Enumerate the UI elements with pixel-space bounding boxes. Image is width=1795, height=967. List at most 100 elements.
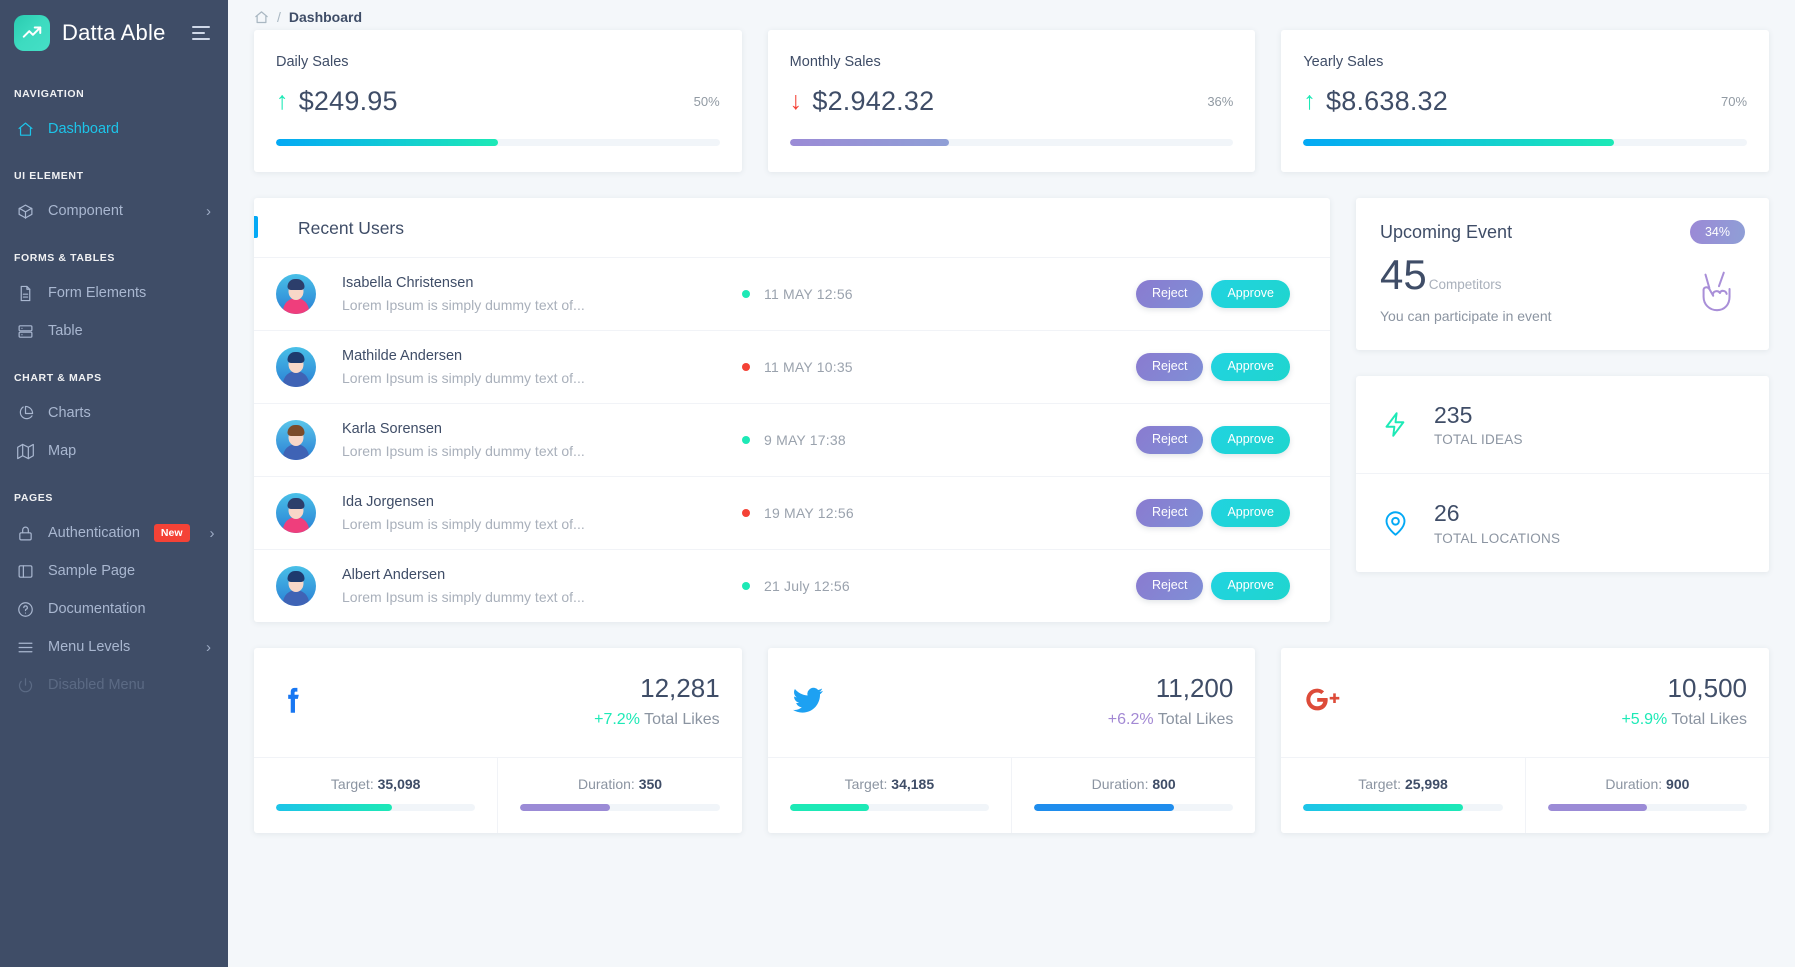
sidebar-item-label: Disabled Menu: [48, 677, 216, 693]
facebook-icon: [276, 683, 310, 720]
mini-stats-list: 235 TOTAL IDEAS 26TOTAL LOCATIONS: [1356, 376, 1769, 572]
main-content: / Dashboard Daily Sales↑$249.9550%Monthl…: [228, 0, 1795, 967]
target-metric: Target: 35,098: [254, 758, 497, 833]
user-name: Isabella Christensen: [342, 275, 742, 291]
progress-bar: [1303, 139, 1747, 146]
progress-bar: [276, 139, 720, 146]
sidebar-item-dashboard[interactable]: Dashboard: [0, 110, 228, 148]
sidebar-item-charts[interactable]: Charts: [0, 394, 228, 432]
duration-value: 800: [1152, 776, 1175, 792]
duration-label: Duration:: [578, 776, 635, 792]
upcoming-event-title: Upcoming Event: [1380, 222, 1512, 243]
stat-title: Monthly Sales: [790, 54, 1234, 70]
sidebar-item-form-elements[interactable]: Form Elements: [0, 274, 228, 312]
approve-button[interactable]: Approve: [1211, 280, 1290, 308]
recent-users-column: Recent Users Isabella Christensen Lorem I…: [254, 198, 1330, 648]
dashboard-grid: Daily Sales↑$249.9550% Monthly Sales ↓$2.9…: [228, 30, 1795, 859]
new-badge: New: [154, 524, 190, 542]
sidebar-item-menu-levels[interactable]: Menu Levels›: [0, 628, 228, 666]
sidebar-item-component[interactable]: Component›: [0, 192, 228, 230]
mini-stat-total-locations: 26TOTAL LOCATIONS: [1356, 473, 1769, 571]
mini-stat-value: 235: [1434, 402, 1523, 428]
social-count: 11,200: [1108, 674, 1234, 703]
nav-caption-pages: PAGES: [0, 470, 228, 514]
timestamp: 11 MAY 12:56: [764, 286, 853, 302]
sales-stat-row: Daily Sales↑$249.9550% Monthly Sales ↓$2.9…: [254, 30, 1769, 198]
middle-row: Recent Users Isabella Christensen Lorem I…: [254, 198, 1769, 648]
lock-icon: [16, 524, 34, 542]
map-pin-icon: [1380, 510, 1410, 537]
social-subtitle: +6.2% Total Likes: [1108, 711, 1234, 729]
user-name: Mathilde Andersen: [342, 348, 742, 364]
nav-caption-forms-tables: FORMS & TABLES: [0, 230, 228, 274]
social-count: 10,500: [1621, 674, 1747, 703]
pie-chart-icon: [16, 404, 34, 422]
table-row: Mathilde Andersen Lorem Ipsum is simply d…: [254, 330, 1330, 403]
stat-card-yearly-sales: Yearly Sales↑$8.638.3270%: [1281, 30, 1769, 172]
upcoming-event-card: Upcoming Event 34% 45 Competitors You ca…: [1356, 198, 1769, 350]
user-description: Lorem Ipsum is simply dummy text of...: [342, 297, 742, 313]
stat-amount: $8.638.32: [1326, 86, 1448, 117]
sidebar-item-label: Documentation: [48, 601, 216, 617]
stat-amount: $2.942.32: [812, 86, 934, 117]
user-name: Ida Jorgensen: [342, 494, 742, 510]
duration-label: Duration:: [1605, 776, 1662, 792]
status-dot: [742, 582, 750, 590]
mini-stat-total-ideas: 235 TOTAL IDEAS: [1356, 376, 1769, 473]
avatar: [276, 420, 316, 460]
approve-button[interactable]: Approve: [1211, 499, 1290, 527]
competitors-count: 45 Competitors: [1380, 254, 1745, 296]
approve-button[interactable]: Approve: [1211, 426, 1290, 454]
stat-amount-group: ↓$2.942.32: [790, 86, 935, 117]
status-dot: [742, 290, 750, 298]
sidebar-item-documentation[interactable]: Documentation: [0, 590, 228, 628]
sidebar-item-map[interactable]: Map: [0, 432, 228, 470]
reject-button[interactable]: Reject: [1136, 499, 1203, 527]
stat-card-daily-sales: Daily Sales↑$249.9550%: [254, 30, 742, 172]
status-dot: [742, 509, 750, 517]
user-description: Lorem Ipsum is simply dummy text of...: [342, 443, 742, 459]
brand-name: Datta Able: [62, 20, 180, 46]
sidebar-item-sample-page[interactable]: Sample Page: [0, 552, 228, 590]
target-label: Target:: [1358, 776, 1401, 792]
avatar: [276, 347, 316, 387]
target-label: Target:: [845, 776, 888, 792]
progress-bar: [790, 139, 1234, 146]
approve-button[interactable]: Approve: [1211, 353, 1290, 381]
map-icon: [16, 442, 34, 460]
page-title: Recent Users: [298, 218, 1308, 239]
hamburger-icon[interactable]: [192, 26, 212, 40]
server-icon: [16, 322, 34, 340]
chevron-right-icon: ›: [206, 640, 216, 655]
duration-progress-bar: [1034, 804, 1233, 811]
sidebar-item-table[interactable]: Table: [0, 312, 228, 350]
sidebar-icon: [16, 562, 34, 580]
google-plus-icon: [1303, 685, 1347, 718]
duration-value: 350: [639, 776, 662, 792]
reject-button[interactable]: Reject: [1136, 353, 1203, 381]
user-description: Lorem Ipsum is simply dummy text of...: [342, 370, 742, 386]
mini-stat-label: TOTAL LOCATIONS: [1434, 531, 1560, 546]
mini-stats-card: 235 TOTAL IDEAS 26TOTAL LOCATIONS: [1356, 376, 1769, 572]
stat-card-monthly-sales: Monthly Sales ↓$2.942.32 36%: [768, 30, 1256, 172]
mini-stat-label: TOTAL IDEAS: [1434, 432, 1523, 447]
reject-button[interactable]: Reject: [1136, 426, 1203, 454]
home-icon[interactable]: [254, 10, 269, 25]
user-description: Lorem Ipsum is simply dummy text of...: [342, 516, 742, 532]
duration-progress-bar: [1548, 804, 1747, 811]
avatar: [276, 493, 316, 533]
reject-button[interactable]: Reject: [1136, 572, 1203, 600]
upcoming-event-subtitle: You can participate in event: [1380, 308, 1745, 324]
reject-button[interactable]: Reject: [1136, 280, 1203, 308]
status-dot: [742, 436, 750, 444]
approve-button[interactable]: Approve: [1211, 572, 1290, 600]
trending-up-icon: [14, 15, 50, 51]
stat-percent: 50%: [694, 94, 720, 109]
chevron-right-icon: ›: [206, 204, 216, 219]
stat-percent: 36%: [1207, 94, 1233, 109]
status-dot: [742, 363, 750, 371]
sidebar-item-authentication[interactable]: AuthenticationNew›: [0, 514, 228, 552]
duration-metric: Duration: 900: [1525, 758, 1769, 833]
arrow-up-icon: ↑: [1303, 89, 1316, 114]
duration-label: Duration:: [1092, 776, 1149, 792]
